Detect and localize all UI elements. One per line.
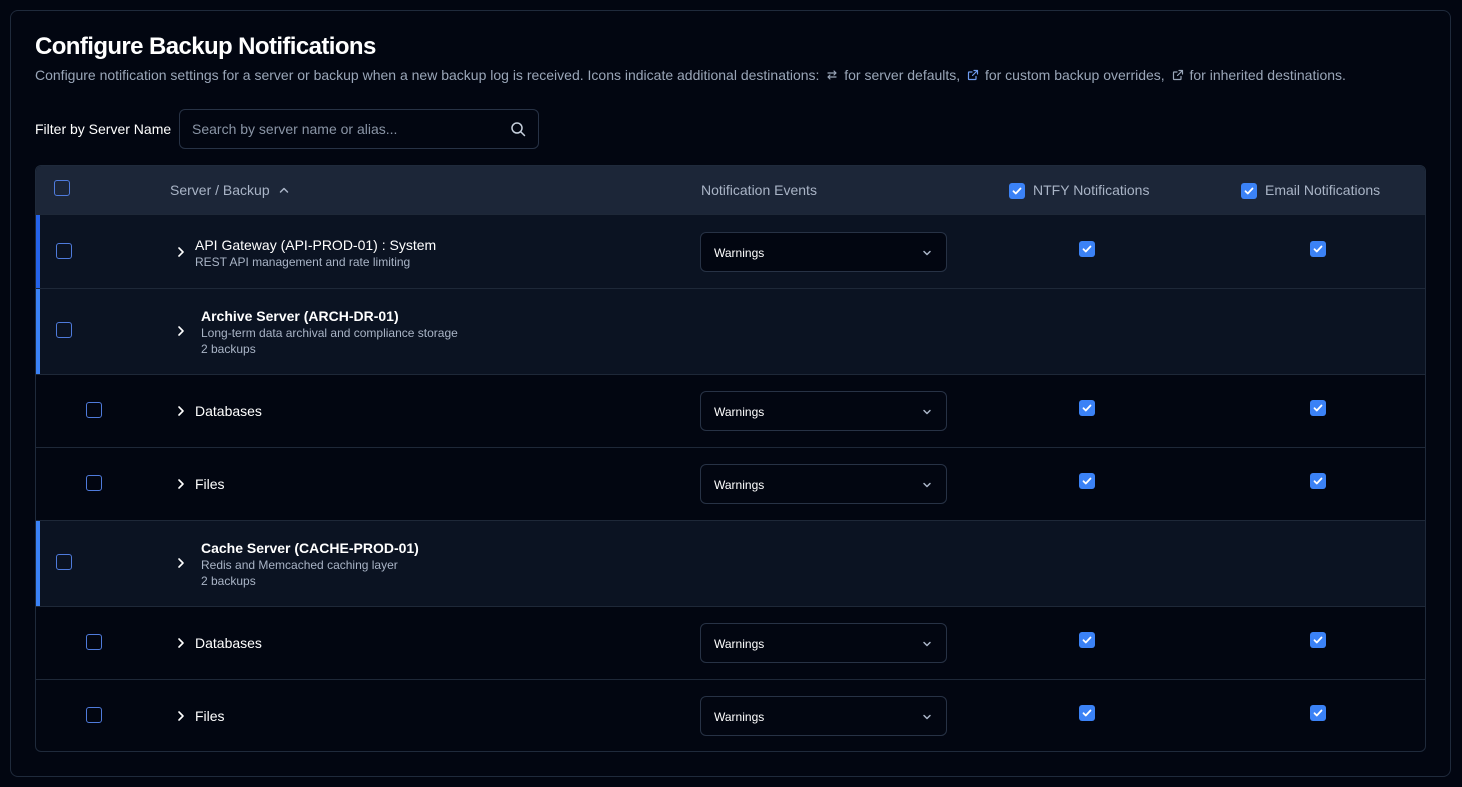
expand-chevron-icon[interactable] <box>174 324 188 338</box>
server-name: API Gateway (API-PROD-01) : System <box>195 237 437 253</box>
table-row: Files Warnings <box>36 679 1425 751</box>
events-select[interactable]: Warnings <box>700 232 947 272</box>
notifications-table: Server / Backup Notification Events NTFY… <box>35 165 1426 752</box>
server-description: Long-term data archival and compliance s… <box>201 326 458 340</box>
backup-name: Files <box>195 476 225 492</box>
expand-chevron-icon[interactable] <box>174 477 188 491</box>
table-row: Archive Server (ARCH-DR-01) Long-term da… <box>36 288 1425 374</box>
chevron-down-icon <box>923 409 931 415</box>
table-row: API Gateway (API-PROD-01) : System REST … <box>36 214 1425 288</box>
table-row: Files Warnings <box>36 447 1425 520</box>
events-select[interactable]: Warnings <box>700 464 947 504</box>
page-description: Configure notification settings for a se… <box>35 67 1346 83</box>
ntfy-checkbox[interactable] <box>1079 705 1095 721</box>
backup-count: 2 backups <box>201 574 256 588</box>
row-checkbox[interactable] <box>86 402 102 418</box>
chevron-down-icon <box>923 250 931 256</box>
filter-label: Filter by Server Name <box>35 121 172 137</box>
email-select-all-checkbox[interactable] <box>1241 183 1257 199</box>
email-checkbox[interactable] <box>1310 241 1326 257</box>
chevron-down-icon <box>923 714 931 720</box>
events-select-value: Warnings <box>714 405 765 419</box>
column-header-events: Notification Events <box>701 182 817 198</box>
backup-name: Databases <box>195 635 262 651</box>
events-select-value: Warnings <box>714 478 765 492</box>
server-name: Archive Server (ARCH-DR-01) <box>201 308 399 324</box>
server-description: Redis and Memcached caching layer <box>201 558 398 572</box>
expand-chevron-icon[interactable] <box>174 404 188 418</box>
select-all-checkbox[interactable] <box>54 180 70 196</box>
row-checkbox[interactable] <box>56 243 72 259</box>
inherited-destination-icon <box>1172 69 1183 81</box>
events-select-value: Warnings <box>714 637 765 651</box>
description-text-2: for server defaults, <box>840 67 965 83</box>
table-row: Databases Warnings <box>36 374 1425 447</box>
expand-chevron-icon[interactable] <box>174 556 188 570</box>
server-defaults-icon <box>827 70 837 80</box>
sort-ascending-icon[interactable] <box>278 184 290 196</box>
expand-chevron-icon[interactable] <box>174 636 188 650</box>
column-header-email: Email Notifications <box>1265 182 1381 198</box>
description-text-4: for inherited destinations. <box>1185 67 1346 83</box>
column-header-ntfy: NTFY Notifications <box>1033 182 1150 198</box>
expand-chevron-icon[interactable] <box>174 709 188 723</box>
search-icon[interactable] <box>510 121 526 137</box>
expand-chevron-icon[interactable] <box>174 245 188 259</box>
email-checkbox[interactable] <box>1310 705 1326 721</box>
backup-name: Files <box>195 708 225 724</box>
search-box <box>179 109 539 149</box>
chevron-down-icon <box>923 641 931 647</box>
row-checkbox[interactable] <box>86 475 102 491</box>
description-text-3: for custom backup overrides, <box>981 67 1169 83</box>
events-select[interactable]: Warnings <box>700 696 947 736</box>
email-checkbox[interactable] <box>1310 473 1326 489</box>
table-row: Databases Warnings <box>36 606 1425 679</box>
email-checkbox[interactable] <box>1310 632 1326 648</box>
search-input[interactable] <box>180 110 500 148</box>
ntfy-select-all-checkbox[interactable] <box>1009 183 1025 199</box>
chevron-down-icon <box>923 482 931 488</box>
custom-override-icon <box>967 69 979 81</box>
ntfy-checkbox[interactable] <box>1079 473 1095 489</box>
server-description: REST API management and rate limiting <box>195 255 411 269</box>
row-checkbox[interactable] <box>86 634 102 650</box>
row-checkbox[interactable] <box>56 322 72 338</box>
backup-count: 2 backups <box>201 342 256 356</box>
ntfy-checkbox[interactable] <box>1079 632 1095 648</box>
column-header-server-backup[interactable]: Server / Backup <box>170 182 290 198</box>
backup-name: Databases <box>195 403 262 419</box>
description-text-1: Configure notification settings for a se… <box>35 67 824 83</box>
row-checkbox[interactable] <box>56 554 72 570</box>
ntfy-checkbox[interactable] <box>1079 241 1095 257</box>
ntfy-checkbox[interactable] <box>1079 400 1095 416</box>
backup-notifications-panel: Configure Backup Notifications Configure… <box>10 10 1451 777</box>
column-header-server-backup-label: Server / Backup <box>170 182 270 198</box>
server-name: Cache Server (CACHE-PROD-01) <box>201 540 419 556</box>
page-title: Configure Backup Notifications <box>35 33 376 60</box>
events-select-value: Warnings <box>714 246 765 260</box>
events-select[interactable]: Warnings <box>700 391 947 431</box>
events-select[interactable]: Warnings <box>700 623 947 663</box>
row-checkbox[interactable] <box>86 707 102 723</box>
table-row: Cache Server (CACHE-PROD-01) Redis and M… <box>36 520 1425 606</box>
email-checkbox[interactable] <box>1310 400 1326 416</box>
table-header: Server / Backup Notification Events NTFY… <box>36 166 1425 214</box>
events-select-value: Warnings <box>714 710 765 724</box>
